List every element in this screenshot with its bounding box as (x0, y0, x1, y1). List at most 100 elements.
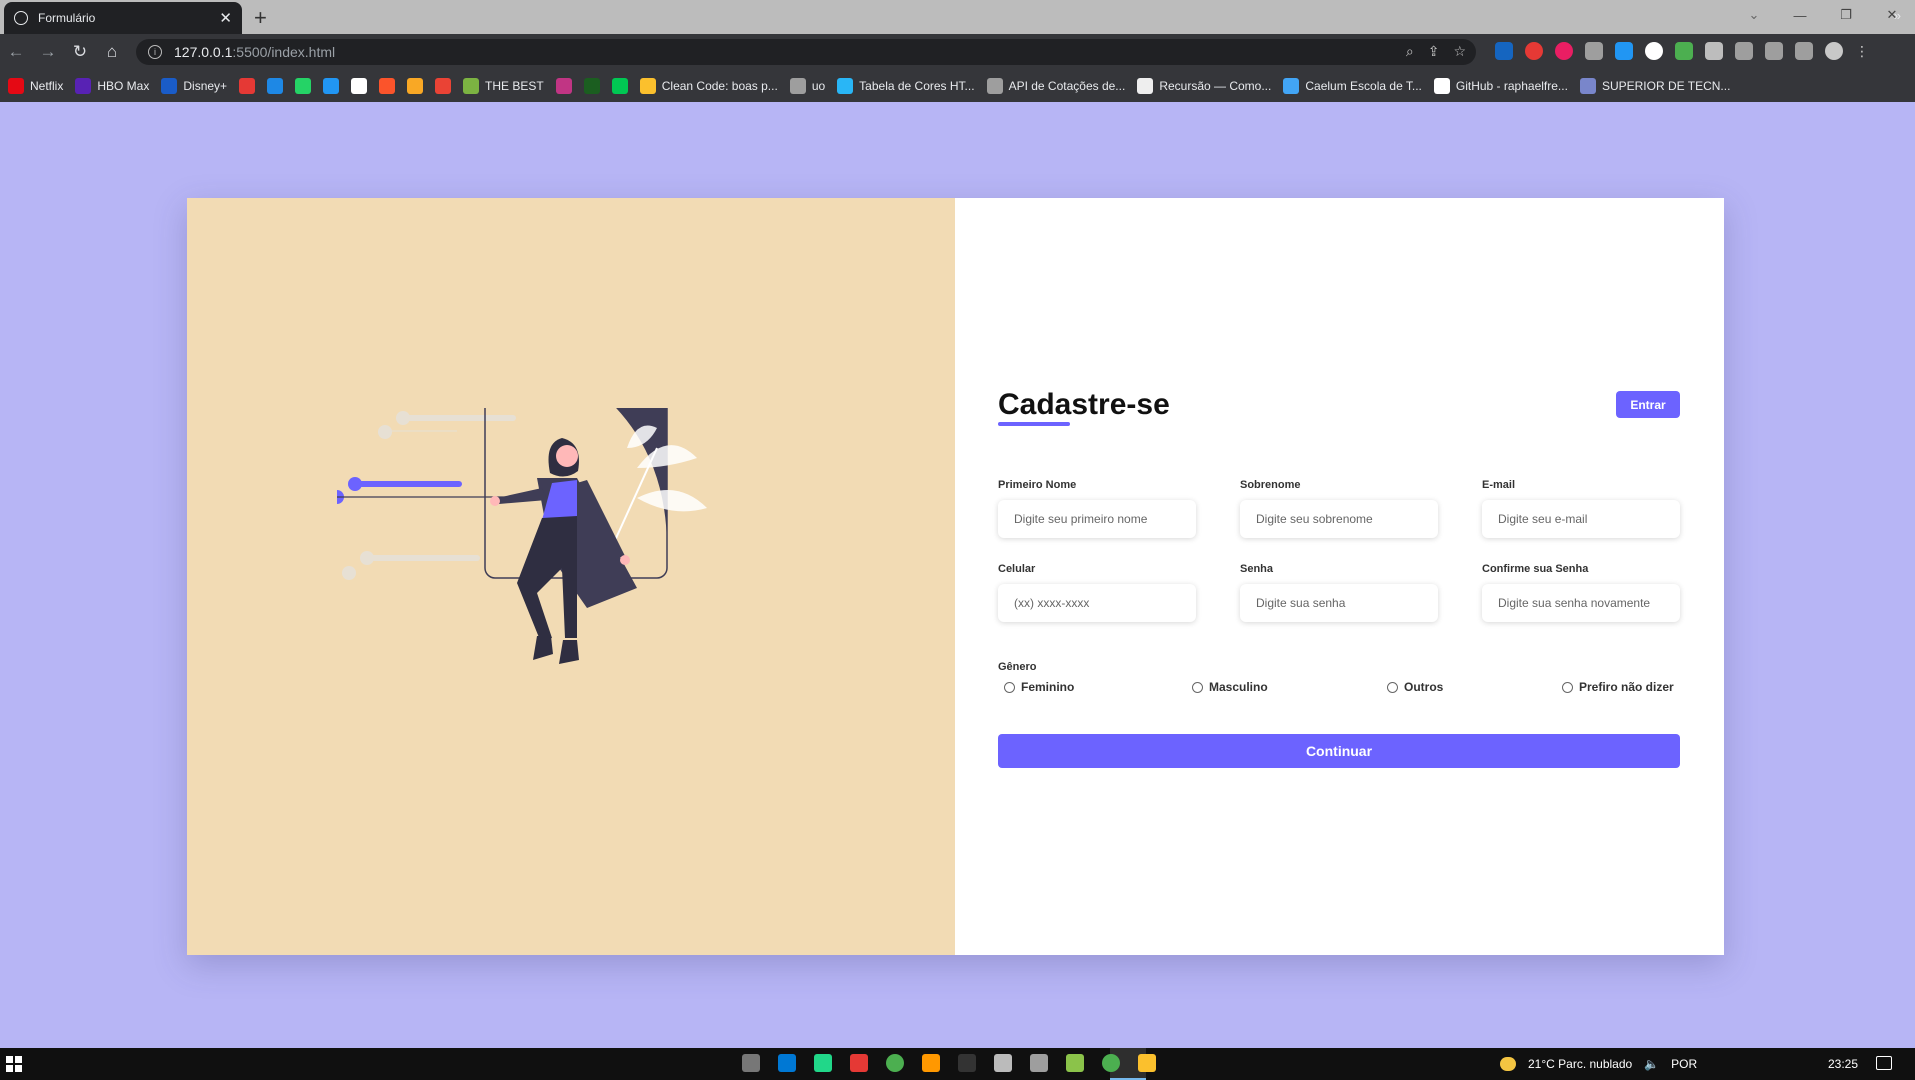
bookmark-item[interactable]: Recursão — Como... (1137, 78, 1271, 94)
file-explorer-icon[interactable] (1138, 1054, 1156, 1072)
email-input[interactable] (1482, 500, 1680, 538)
continue-button[interactable]: Continuar (998, 734, 1680, 768)
chrome-icon[interactable] (886, 1054, 904, 1072)
confirm-password-input[interactable] (1482, 584, 1680, 622)
email-label: E-mail (1482, 479, 1516, 491)
bookmark-item[interactable] (583, 78, 600, 94)
clock[interactable]: 23:25 (1828, 1057, 1858, 1071)
zoom-icon[interactable]: ⌕ (1406, 43, 1414, 60)
bookmark-item[interactable]: Caelum Escola de T... (1283, 78, 1422, 94)
bookmark-star-icon[interactable]: ☆ (1453, 43, 1466, 60)
new-tab-button[interactable]: + (254, 5, 267, 31)
back-button[interactable]: ← (0, 36, 32, 68)
bookmark-item[interactable] (407, 78, 424, 94)
bookmark-label: uo (811, 79, 826, 93)
bookmarks-overflow-button[interactable]: » (1894, 8, 1901, 23)
behance-icon (639, 78, 656, 94)
vscode-icon[interactable] (778, 1054, 796, 1072)
radio-button[interactable] (1192, 681, 1203, 693)
phone-input[interactable] (998, 584, 1196, 622)
last-name-input[interactable] (1240, 500, 1438, 538)
weather-icon[interactable] (1500, 1057, 1516, 1071)
extension-icon[interactable] (1555, 42, 1573, 60)
gender-option-masculino[interactable]: Masculino (1192, 680, 1268, 694)
pycharm-icon[interactable] (814, 1054, 832, 1072)
add-icon[interactable] (1645, 42, 1663, 60)
bookmark-label: Clean Code: boas p... (661, 79, 778, 93)
first-name-input[interactable] (998, 500, 1196, 538)
bookmark-item[interactable] (351, 78, 368, 94)
share-icon[interactable]: ⇪ (1428, 43, 1440, 60)
gender-option-feminino[interactable]: Feminino (1004, 680, 1074, 694)
gender-option-label: Prefiro não dizer (1579, 680, 1674, 694)
reload-button[interactable]: ↻ (64, 36, 96, 68)
bookmark-item[interactable]: SUPERIOR DE TECN... (1579, 78, 1731, 94)
extension-icon[interactable] (1585, 42, 1603, 60)
forward-button[interactable]: → (32, 36, 64, 68)
bookmark-item[interactable]: Clean Code: boas p... (639, 78, 778, 94)
bookmark-item[interactable] (323, 78, 340, 94)
bookmark-item[interactable] (435, 78, 452, 94)
chrome-icon[interactable] (1102, 1054, 1120, 1072)
restore-button[interactable]: ❐ (1823, 0, 1869, 30)
url-host: 127.0.0.1 (174, 44, 233, 60)
language-indicator[interactable]: POR (1671, 1057, 1697, 1071)
gender-option-prefiro-nao-dizer[interactable]: Prefiro não dizer (1562, 680, 1674, 694)
extension-icon[interactable] (1525, 42, 1543, 60)
bookmark-item[interactable]: HBO Max (75, 78, 149, 94)
app-icon[interactable] (958, 1054, 976, 1072)
bookmark-item[interactable]: Disney+ (161, 78, 227, 94)
login-button[interactable]: Entrar (1616, 391, 1680, 418)
tab-search-button[interactable]: ⌄ (1731, 0, 1777, 30)
extension-icon[interactable] (1675, 42, 1693, 60)
side-panel-icon[interactable] (1795, 42, 1813, 60)
bookmark-item[interactable]: Netflix (8, 78, 63, 94)
site-info-icon[interactable]: i (148, 45, 162, 59)
notification-icon[interactable] (1876, 1056, 1892, 1070)
bookmark-item[interactable]: Tabela de Cores HT... (837, 78, 975, 94)
windows-start-icon[interactable] (6, 1056, 22, 1072)
extension-icon[interactable] (1615, 42, 1633, 60)
bookmark-item[interactable]: API de Cotações de... (986, 78, 1125, 94)
menu-icon[interactable]: ⋮ (1855, 43, 1869, 60)
hbomax-icon (75, 78, 92, 94)
volume-icon[interactable]: 🔈 (1644, 1057, 1659, 1071)
address-bar[interactable]: i 127.0.0.1:5500/index.html ⌕ ⇪ ☆ (136, 39, 1476, 65)
vlc-icon[interactable] (922, 1054, 940, 1072)
radio-button[interactable] (1387, 681, 1398, 693)
last-name-group: Sobrenome (1240, 479, 1438, 538)
puzzle-icon[interactable] (1735, 42, 1753, 60)
close-tab-icon[interactable]: ✕ (219, 9, 232, 27)
bookmark-item[interactable] (555, 78, 572, 94)
weather-text[interactable]: 21°C Parc. nublado (1528, 1057, 1632, 1071)
browser-tab[interactable]: Formulário ✕ (4, 2, 242, 34)
app-icon[interactable] (1030, 1054, 1048, 1072)
extension-icon[interactable] (1705, 42, 1723, 60)
app-icon[interactable] (850, 1054, 868, 1072)
bookmark-label: SUPERIOR DE TECN... (1601, 79, 1731, 93)
bookmark-item[interactable] (379, 78, 396, 94)
speaker-app-icon[interactable] (742, 1054, 760, 1072)
bookmark-item[interactable]: THE BEST (463, 78, 544, 94)
radio-button[interactable] (1562, 681, 1573, 693)
radio-button[interactable] (1004, 681, 1015, 693)
gender-option-outros[interactable]: Outros (1387, 680, 1443, 694)
extension-icon[interactable] (1495, 42, 1513, 60)
bookmark-label: HBO Max (97, 79, 150, 93)
bookmark-item[interactable] (611, 78, 628, 94)
bookmark-item[interactable] (239, 78, 256, 94)
bookmark-item[interactable] (295, 78, 312, 94)
home-button[interactable]: ⌂ (96, 36, 128, 68)
bookmark-label: THE BEST (485, 79, 544, 93)
close-window-button[interactable]: ✕ (1869, 0, 1915, 30)
app-icon[interactable] (1066, 1054, 1084, 1072)
password-input[interactable] (1240, 584, 1438, 622)
green-app-icon (611, 78, 628, 94)
database-icon[interactable] (994, 1054, 1012, 1072)
bookmark-item[interactable]: uo (789, 78, 826, 94)
reading-list-icon[interactable] (1765, 42, 1783, 60)
profile-avatar[interactable] (1825, 42, 1843, 60)
bookmark-item[interactable]: GitHub - raphaelfre... (1433, 78, 1568, 94)
minimize-button[interactable]: — (1777, 0, 1823, 30)
bookmark-item[interactable] (267, 78, 284, 94)
